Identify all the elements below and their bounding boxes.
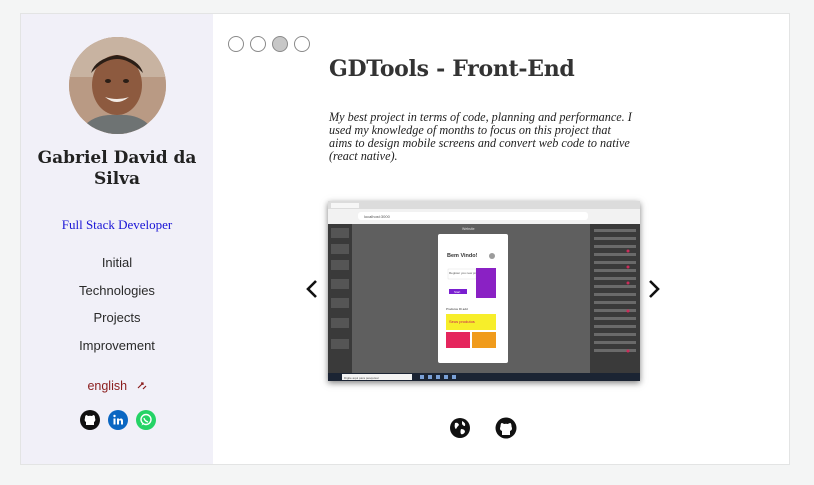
- nav-item-projects[interactable]: Projects: [21, 310, 213, 338]
- carousel-pagination: [228, 36, 310, 52]
- language-label[interactable]: english: [87, 379, 127, 393]
- screenshot-address: localhost:3000: [364, 214, 391, 219]
- translate-icon[interactable]: [137, 380, 147, 393]
- screenshot-welcome: Bem Vindo!: [447, 253, 478, 259]
- nav-item-improvement[interactable]: Improvement: [21, 338, 213, 366]
- carousel-dot-1[interactable]: [228, 36, 244, 52]
- chevron-right-icon[interactable]: [646, 279, 662, 299]
- project-title: GDTools - Front-End: [329, 56, 575, 82]
- whatsapp-icon[interactable]: [136, 410, 156, 430]
- carousel-dot-3[interactable]: [272, 36, 288, 52]
- screenshot-button: Start: [454, 290, 461, 294]
- screenshot-search: Digite aqui para pesquisar: [344, 376, 379, 380]
- screenshot-highlight: Seus produtos: [449, 319, 475, 324]
- screenshot-section: Produtos ID add: [446, 307, 468, 311]
- project-links: [449, 417, 517, 439]
- globe-icon[interactable]: [449, 417, 471, 439]
- linkedin-icon[interactable]: [108, 410, 128, 430]
- chevron-left-icon[interactable]: [304, 279, 320, 299]
- profile-name: Gabriel David da Silva: [37, 148, 197, 189]
- nav-item-initial[interactable]: Initial: [21, 255, 213, 283]
- sidebar: Gabriel David da Silva Full Stack Develo…: [21, 14, 213, 464]
- screenshot-header: Website: [462, 227, 475, 231]
- language-switch[interactable]: english: [21, 379, 213, 393]
- project-screenshot: localhost:3000 Website Bem Vindo! Regist…: [328, 201, 640, 381]
- github-icon[interactable]: [495, 417, 517, 439]
- carousel-dot-2[interactable]: [250, 36, 266, 52]
- project-description: My best project in terms of code, planni…: [329, 110, 632, 163]
- portfolio-card: Gabriel David da Silva Full Stack Develo…: [20, 13, 790, 465]
- project-panel: GDTools - Front-End My best project in t…: [213, 14, 789, 464]
- avatar: [69, 37, 166, 134]
- carousel-dot-4[interactable]: [294, 36, 310, 52]
- nav-item-technologies[interactable]: Technologies: [21, 283, 213, 311]
- profile-role: Full Stack Developer: [61, 217, 173, 232]
- github-icon[interactable]: [80, 410, 100, 430]
- social-links: [80, 410, 156, 430]
- sidebar-nav: Initial Technologies Projects Improvemen…: [21, 255, 213, 365]
